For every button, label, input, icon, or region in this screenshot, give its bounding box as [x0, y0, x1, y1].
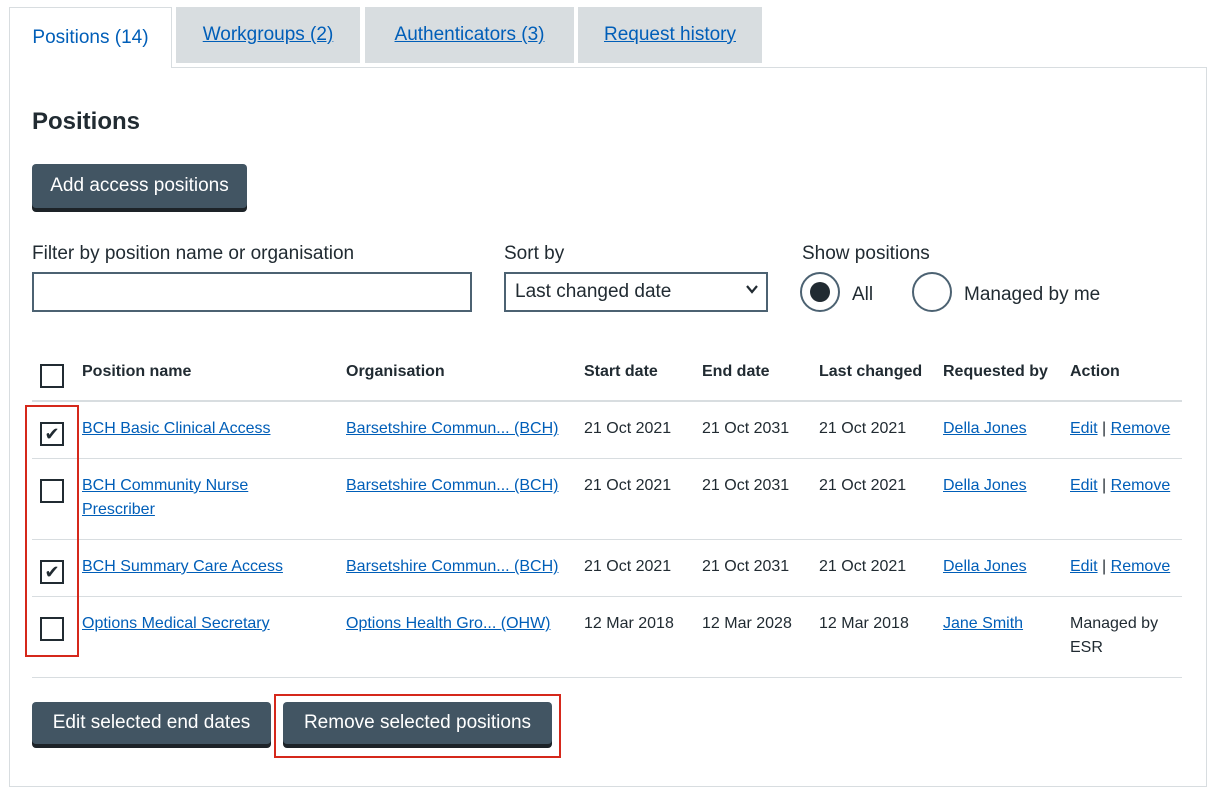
start-date: 21 Oct 2021	[584, 477, 672, 494]
tab-label: Positions (14)	[32, 27, 149, 48]
position-name-link[interactable]: BCH Basic Clinical Access	[82, 417, 271, 441]
header-position-name: Position name	[82, 363, 192, 380]
start-date: 12 Mar 2018	[584, 615, 674, 632]
chevron-down-icon	[746, 283, 758, 298]
tab-workgroups[interactable]: Workgroups (2)	[176, 7, 360, 63]
row-actions: Edit | Remove	[1070, 474, 1170, 498]
row-actions: Edit | Remove	[1070, 555, 1170, 579]
organisation-link[interactable]: Options Health Gro... (OHW)	[346, 612, 551, 636]
tab-label[interactable]: Request history	[604, 24, 736, 46]
edit-link[interactable]: Edit	[1070, 558, 1098, 575]
tab-authenticators[interactable]: Authenticators (3)	[365, 7, 574, 63]
tab-label[interactable]: Authenticators (3)	[395, 24, 545, 46]
position-name-link[interactable]: Options Medical Secretary	[82, 612, 270, 636]
table-divider	[32, 400, 1182, 402]
row-divider	[32, 596, 1182, 597]
end-date: 21 Oct 2031	[702, 420, 790, 437]
tab-positions[interactable]: Positions (14)	[9, 7, 172, 68]
action-separator: |	[1102, 477, 1107, 494]
end-date: 21 Oct 2031	[702, 477, 790, 494]
start-date: 21 Oct 2021	[584, 558, 672, 575]
row-checkbox[interactable]	[40, 479, 64, 503]
requested-by-link[interactable]: Della Jones	[943, 417, 1027, 441]
row-checkbox[interactable]	[40, 617, 64, 641]
managed-by-text: Managed by	[1070, 615, 1159, 632]
filter-input[interactable]	[32, 272, 472, 312]
tab-label[interactable]: Workgroups (2)	[203, 24, 334, 46]
row-divider	[32, 677, 1182, 678]
header-requested-by: Requested by	[943, 363, 1048, 380]
position-name-link[interactable]: BCH Summary Care Access	[82, 555, 283, 579]
sort-select[interactable]: Last changed date	[504, 272, 768, 312]
requested-by-link[interactable]: Della Jones	[943, 474, 1027, 498]
row-checkbox[interactable]: ✔	[40, 560, 64, 584]
last-changed: 12 Mar 2018	[819, 615, 909, 632]
add-access-positions-button[interactable]: Add access positions	[32, 164, 247, 208]
last-changed: 21 Oct 2021	[819, 420, 907, 437]
requested-by-link[interactable]: Della Jones	[943, 555, 1027, 579]
radio-dot	[810, 282, 830, 302]
header-organisation: Organisation	[346, 363, 445, 380]
organisation-link[interactable]: Barsetshire Commun... (BCH)	[346, 417, 559, 441]
end-date: 12 Mar 2028	[702, 615, 792, 632]
radio-all[interactable]	[800, 272, 840, 312]
requested-by-link[interactable]: Jane Smith	[943, 612, 1023, 636]
remove-link[interactable]: Remove	[1111, 420, 1171, 437]
sort-selected-value: Last changed date	[515, 281, 672, 302]
tab-request-history[interactable]: Request history	[578, 7, 762, 63]
edit-selected-end-dates-button[interactable]: Edit selected end dates	[32, 702, 271, 744]
position-name-link[interactable]: BCH Community Nurse	[82, 474, 248, 498]
remove-selected-positions-button[interactable]: Remove selected positions	[283, 702, 552, 744]
row-actions: Edit | Remove	[1070, 417, 1170, 441]
select-all-checkbox[interactable]	[40, 364, 64, 388]
header-last-changed: Last changed	[819, 363, 923, 380]
organisation-link[interactable]: Barsetshire Commun... (BCH)	[346, 474, 559, 498]
show-positions-label: Show positions	[802, 243, 930, 264]
remove-link[interactable]: Remove	[1111, 477, 1171, 494]
radio-all-label[interactable]: All	[852, 284, 873, 306]
position-name-link-line2[interactable]: Prescriber	[82, 498, 155, 522]
row-divider	[32, 539, 1182, 540]
action-separator: |	[1102, 558, 1107, 575]
action-separator: |	[1102, 420, 1107, 437]
radio-managed-by-me-label[interactable]: Managed by me	[964, 284, 1100, 306]
managed-by-text-line2: ESR	[1070, 639, 1103, 656]
remove-link[interactable]: Remove	[1111, 558, 1171, 575]
sort-label: Sort by	[504, 243, 565, 264]
edit-link[interactable]: Edit	[1070, 477, 1098, 494]
filter-label: Filter by position name or organisation	[32, 243, 355, 264]
page-title: Positions	[32, 108, 141, 135]
checkmark-icon: ✔	[44, 424, 60, 444]
organisation-link[interactable]: Barsetshire Commun... (BCH)	[346, 555, 559, 579]
radio-managed-by-me[interactable]	[912, 272, 952, 312]
checkmark-icon: ✔	[44, 562, 60, 582]
start-date: 21 Oct 2021	[584, 420, 672, 437]
header-action: Action	[1070, 363, 1120, 380]
edit-link[interactable]: Edit	[1070, 420, 1098, 437]
last-changed: 21 Oct 2021	[819, 477, 907, 494]
header-end-date: End date	[702, 363, 770, 380]
header-start-date: Start date	[584, 363, 658, 380]
row-checkbox[interactable]: ✔	[40, 422, 64, 446]
last-changed: 21 Oct 2021	[819, 558, 907, 575]
row-divider	[32, 458, 1182, 459]
end-date: 21 Oct 2031	[702, 558, 790, 575]
